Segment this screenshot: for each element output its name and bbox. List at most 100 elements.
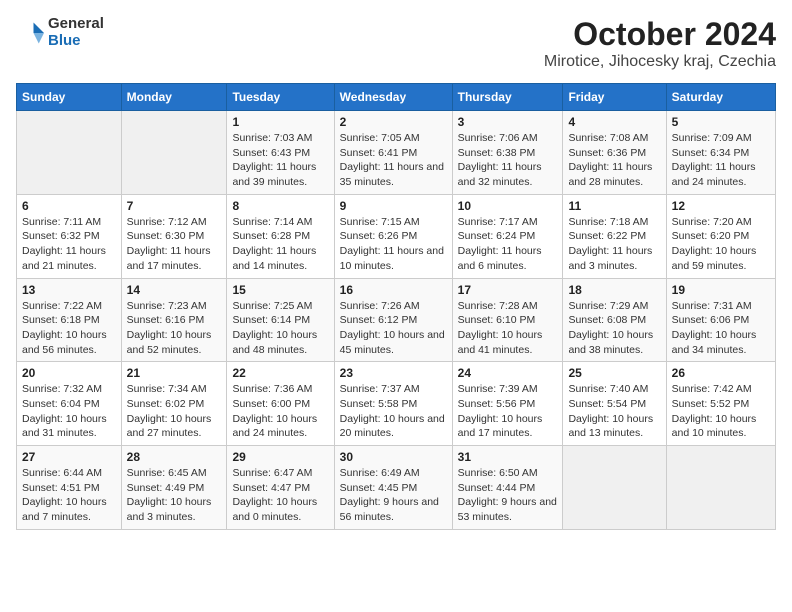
day-detail: Sunrise: 7:11 AM Sunset: 6:32 PM Dayligh… xyxy=(22,215,116,274)
day-detail: Sunrise: 7:25 AM Sunset: 6:14 PM Dayligh… xyxy=(232,299,328,358)
calendar-cell: 15Sunrise: 7:25 AM Sunset: 6:14 PM Dayli… xyxy=(227,278,334,362)
day-number: 9 xyxy=(340,199,447,213)
day-detail: Sunrise: 7:39 AM Sunset: 5:56 PM Dayligh… xyxy=(458,382,558,441)
header-monday: Monday xyxy=(121,84,227,111)
calendar-cell: 10 Sunrise: 7:17 AM Sunset: 6:24 PM Dayli… xyxy=(452,194,563,278)
day-detail: Sunrise: 7:09 AM Sunset: 6:34 PM Dayligh… xyxy=(672,131,770,190)
day-detail: Sunrise: 7:23 AM Sunset: 6:16 PM Dayligh… xyxy=(127,299,222,358)
day-detail: Sunrise: 7:03 AM Sunset: 6:43 PM Dayligh… xyxy=(232,131,328,190)
header-thursday: Thursday xyxy=(452,84,563,111)
calendar-week-1: 1 Sunrise: 7:03 AM Sunset: 6:43 PM Daylig… xyxy=(17,111,776,195)
day-detail: Sunrise: 6:47 AM Sunset: 4:47 PM Dayligh… xyxy=(232,466,328,525)
day-number: 30 xyxy=(340,450,447,464)
header-saturday: Saturday xyxy=(666,84,775,111)
calendar-cell: 11 Sunrise: 7:18 AM Sunset: 6:22 PM Dayli… xyxy=(563,194,666,278)
day-number: 26 xyxy=(672,366,770,380)
calendar-cell xyxy=(563,446,666,530)
title-block: October 2024 Mirotice, Jihocesky kraj, C… xyxy=(544,16,776,71)
logo-text: General Blue xyxy=(48,16,104,49)
day-number: 8 xyxy=(232,199,328,213)
day-detail: Sunrise: 7:17 AM Sunset: 6:24 PM Dayligh… xyxy=(458,215,558,274)
day-detail: Sunrise: 7:06 AM Sunset: 6:38 PM Dayligh… xyxy=(458,131,558,190)
calendar-cell: 17Sunrise: 7:28 AM Sunset: 6:10 PM Dayli… xyxy=(452,278,563,362)
calendar-cell: 30 Sunrise: 6:49 AM Sunset: 4:45 PM Dayli… xyxy=(334,446,452,530)
day-detail: Sunrise: 6:49 AM Sunset: 4:45 PM Dayligh… xyxy=(340,466,447,525)
day-detail: Sunrise: 7:32 AM Sunset: 6:04 PM Dayligh… xyxy=(22,382,116,441)
calendar-cell: 19Sunrise: 7:31 AM Sunset: 6:06 PM Dayli… xyxy=(666,278,775,362)
day-detail: Sunrise: 7:37 AM Sunset: 5:58 PM Dayligh… xyxy=(340,382,447,441)
day-detail: Sunrise: 6:44 AM Sunset: 4:51 PM Dayligh… xyxy=(22,466,116,525)
calendar-week-4: 20 Sunrise: 7:32 AM Sunset: 6:04 PM Dayli… xyxy=(17,362,776,446)
calendar-week-2: 6 Sunrise: 7:11 AM Sunset: 6:32 PM Daylig… xyxy=(17,194,776,278)
day-detail: Sunrise: 7:18 AM Sunset: 6:22 PM Dayligh… xyxy=(568,215,660,274)
calendar-cell: 21Sunrise: 7:34 AM Sunset: 6:02 PM Dayli… xyxy=(121,362,227,446)
calendar-title: October 2024 xyxy=(544,16,776,53)
calendar-cell: 25Sunrise: 7:40 AM Sunset: 5:54 PM Dayli… xyxy=(563,362,666,446)
day-number: 21 xyxy=(127,366,222,380)
header-sunday: Sunday xyxy=(17,84,122,111)
day-detail: Sunrise: 7:26 AM Sunset: 6:12 PM Dayligh… xyxy=(340,299,447,358)
calendar-week-3: 13Sunrise: 7:22 AM Sunset: 6:18 PM Dayli… xyxy=(17,278,776,362)
day-number: 3 xyxy=(458,115,558,129)
day-number: 19 xyxy=(672,283,770,297)
day-number: 31 xyxy=(458,450,558,464)
calendar-cell: 8 Sunrise: 7:14 AM Sunset: 6:28 PM Daylig… xyxy=(227,194,334,278)
calendar-cell: 26 Sunrise: 7:42 AM Sunset: 5:52 PM Dayli… xyxy=(666,362,775,446)
calendar-cell: 6 Sunrise: 7:11 AM Sunset: 6:32 PM Daylig… xyxy=(17,194,122,278)
calendar-cell: 7Sunrise: 7:12 AM Sunset: 6:30 PM Daylig… xyxy=(121,194,227,278)
header-tuesday: Tuesday xyxy=(227,84,334,111)
day-detail: Sunrise: 7:15 AM Sunset: 6:26 PM Dayligh… xyxy=(340,215,447,274)
day-detail: Sunrise: 6:50 AM Sunset: 4:44 PM Dayligh… xyxy=(458,466,558,525)
day-number: 16 xyxy=(340,283,447,297)
day-detail: Sunrise: 7:08 AM Sunset: 6:36 PM Dayligh… xyxy=(568,131,660,190)
calendar-cell: 4Sunrise: 7:08 AM Sunset: 6:36 PM Daylig… xyxy=(563,111,666,195)
calendar-cell: 22 Sunrise: 7:36 AM Sunset: 6:00 PM Dayli… xyxy=(227,362,334,446)
page-header: General Blue October 2024 Mirotice, Jiho… xyxy=(16,16,776,71)
calendar-cell: 23Sunrise: 7:37 AM Sunset: 5:58 PM Dayli… xyxy=(334,362,452,446)
day-detail: Sunrise: 7:36 AM Sunset: 6:00 PM Dayligh… xyxy=(232,382,328,441)
day-number: 14 xyxy=(127,283,222,297)
calendar-subtitle: Mirotice, Jihocesky kraj, Czechia xyxy=(544,53,776,71)
header-friday: Friday xyxy=(563,84,666,111)
header-wednesday: Wednesday xyxy=(334,84,452,111)
calendar-cell: 9 Sunrise: 7:15 AM Sunset: 6:26 PM Daylig… xyxy=(334,194,452,278)
logo-icon xyxy=(16,19,44,47)
day-number: 22 xyxy=(232,366,328,380)
calendar-cell: 27 Sunrise: 6:44 AM Sunset: 4:51 PM Dayli… xyxy=(17,446,122,530)
calendar-cell: 12Sunrise: 7:20 AM Sunset: 6:20 PM Dayli… xyxy=(666,194,775,278)
day-detail: Sunrise: 7:42 AM Sunset: 5:52 PM Dayligh… xyxy=(672,382,770,441)
calendar-cell: 13Sunrise: 7:22 AM Sunset: 6:18 PM Dayli… xyxy=(17,278,122,362)
day-detail: Sunrise: 7:05 AM Sunset: 6:41 PM Dayligh… xyxy=(340,131,447,190)
day-detail: Sunrise: 7:14 AM Sunset: 6:28 PM Dayligh… xyxy=(232,215,328,274)
calendar-header-row: SundayMondayTuesdayWednesdayThursdayFrid… xyxy=(17,84,776,111)
logo: General Blue xyxy=(16,16,104,49)
day-detail: Sunrise: 6:45 AM Sunset: 4:49 PM Dayligh… xyxy=(127,466,222,525)
calendar-table: SundayMondayTuesdayWednesdayThursdayFrid… xyxy=(16,83,776,530)
day-number: 20 xyxy=(22,366,116,380)
calendar-cell: 2Sunrise: 7:05 AM Sunset: 6:41 PM Daylig… xyxy=(334,111,452,195)
calendar-cell: 20 Sunrise: 7:32 AM Sunset: 6:04 PM Dayli… xyxy=(17,362,122,446)
calendar-cell xyxy=(17,111,122,195)
day-number: 18 xyxy=(568,283,660,297)
day-number: 28 xyxy=(127,450,222,464)
calendar-cell: 1 Sunrise: 7:03 AM Sunset: 6:43 PM Daylig… xyxy=(227,111,334,195)
day-detail: Sunrise: 7:40 AM Sunset: 5:54 PM Dayligh… xyxy=(568,382,660,441)
calendar-cell: 31 Sunrise: 6:50 AM Sunset: 4:44 PM Dayli… xyxy=(452,446,563,530)
day-number: 6 xyxy=(22,199,116,213)
calendar-cell: 18 Sunrise: 7:29 AM Sunset: 6:08 PM Dayli… xyxy=(563,278,666,362)
calendar-cell: 29Sunrise: 6:47 AM Sunset: 4:47 PM Dayli… xyxy=(227,446,334,530)
calendar-cell: 3 Sunrise: 7:06 AM Sunset: 6:38 PM Daylig… xyxy=(452,111,563,195)
day-detail: Sunrise: 7:29 AM Sunset: 6:08 PM Dayligh… xyxy=(568,299,660,358)
day-number: 13 xyxy=(22,283,116,297)
day-detail: Sunrise: 7:12 AM Sunset: 6:30 PM Dayligh… xyxy=(127,215,222,274)
logo-general: General xyxy=(48,16,104,33)
day-number: 1 xyxy=(232,115,328,129)
day-number: 10 xyxy=(458,199,558,213)
calendar-cell: 24Sunrise: 7:39 AM Sunset: 5:56 PM Dayli… xyxy=(452,362,563,446)
day-number: 27 xyxy=(22,450,116,464)
day-number: 5 xyxy=(672,115,770,129)
calendar-week-5: 27 Sunrise: 6:44 AM Sunset: 4:51 PM Dayli… xyxy=(17,446,776,530)
day-detail: Sunrise: 7:28 AM Sunset: 6:10 PM Dayligh… xyxy=(458,299,558,358)
day-number: 11 xyxy=(568,199,660,213)
logo-blue: Blue xyxy=(48,33,104,50)
